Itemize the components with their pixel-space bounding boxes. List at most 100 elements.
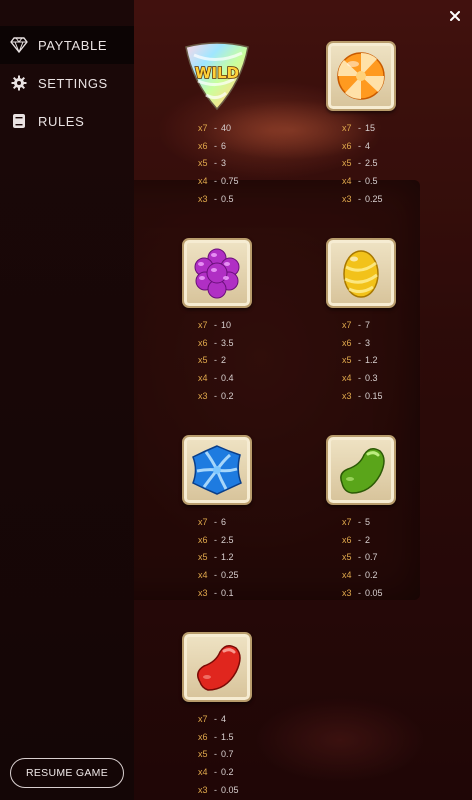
multiplier: x6 bbox=[342, 337, 352, 348]
pay-row: x6-3 bbox=[342, 337, 371, 348]
payout: 3.5 bbox=[221, 337, 234, 348]
payout: 4 bbox=[365, 140, 371, 151]
paytable-values: x7-5 x6-2 x5-0.7 x4-0.2 x3-0.05 bbox=[342, 513, 436, 602]
multiplier: x3 bbox=[342, 391, 352, 402]
close-icon bbox=[450, 11, 460, 21]
symbol-entry-wild: WILD x7-40 x6-6 x5-3 x4-0.75 x3-0.5 bbox=[182, 41, 292, 208]
multiplier: x3 bbox=[342, 588, 352, 599]
symbol-entry-purple-rock: x7-10 x6-3.5 x5-2 x4-0.4 x3-0.2 bbox=[182, 238, 292, 405]
multiplier: x6 bbox=[198, 140, 208, 151]
symbol-entry-green-bean: x7-5 x6-2 x5-0.7 x4-0.2 x3-0.05 bbox=[326, 435, 436, 602]
pay-row: x4-0.4 bbox=[198, 373, 234, 384]
wild-text: WILD bbox=[195, 64, 239, 82]
payout: 0.2 bbox=[221, 767, 234, 778]
payout: 1.2 bbox=[365, 355, 378, 366]
nav-item-rules[interactable]: RULES bbox=[0, 102, 134, 140]
pay-row: x4-0.3 bbox=[342, 373, 378, 384]
payout: 0.3 bbox=[365, 373, 378, 384]
payout: 0.75 bbox=[221, 176, 239, 187]
paytable-values: x7-7 x6-3 x5-1.2 x4-0.3 x3-0.15 bbox=[342, 316, 436, 405]
pay-row: x3-0.5 bbox=[198, 194, 234, 205]
multiplier: x6 bbox=[198, 731, 208, 742]
paytable-values: x7-40 x6-6 x5-3 x4-0.75 x3-0.5 bbox=[198, 119, 292, 208]
pay-row: x5-0.7 bbox=[198, 749, 234, 760]
payout: 10 bbox=[221, 319, 232, 330]
pay-row: x6-4 bbox=[342, 140, 371, 151]
resume-game-button[interactable]: RESUME GAME bbox=[10, 758, 124, 788]
green-jelly-bean-icon bbox=[326, 435, 396, 505]
payout: 0.25 bbox=[365, 194, 383, 205]
payout: 2.5 bbox=[365, 158, 378, 169]
payout: 6 bbox=[221, 140, 227, 151]
multiplier: x5 bbox=[342, 158, 352, 169]
multiplier: x6 bbox=[342, 534, 352, 545]
payout: 0.5 bbox=[365, 176, 378, 187]
payout: 1.2 bbox=[221, 552, 234, 563]
wild-candy-icon: WILD bbox=[182, 41, 252, 111]
close-button[interactable] bbox=[446, 7, 464, 25]
multiplier: x4 bbox=[198, 176, 208, 187]
multiplier: x5 bbox=[198, 749, 208, 760]
pay-row: x5-1.2 bbox=[342, 355, 378, 366]
diamond-icon bbox=[10, 36, 28, 54]
pay-row: x3-0.15 bbox=[342, 391, 383, 402]
multiplier: x7 bbox=[342, 516, 352, 527]
payout: 2 bbox=[365, 534, 371, 545]
pay-row: x6-2 bbox=[342, 534, 371, 545]
multiplier: x5 bbox=[198, 552, 208, 563]
payout: 0.15 bbox=[365, 391, 383, 402]
multiplier: x6 bbox=[198, 534, 208, 545]
pay-row: x7-5 bbox=[342, 516, 371, 527]
pay-row: x7-10 bbox=[198, 319, 232, 330]
payout: 3 bbox=[365, 337, 371, 348]
multiplier: x3 bbox=[198, 391, 208, 402]
multiplier: x4 bbox=[198, 570, 208, 581]
multiplier: x4 bbox=[198, 767, 208, 778]
book-icon bbox=[10, 112, 28, 130]
yellow-egg-candy-icon bbox=[326, 238, 396, 308]
payout: 1.5 bbox=[221, 731, 234, 742]
pay-row: x7-6 bbox=[198, 516, 227, 527]
payout: 4 bbox=[221, 713, 227, 724]
multiplier: x5 bbox=[342, 552, 352, 563]
nav-item-paytable[interactable]: PAYTABLE bbox=[0, 26, 134, 64]
pay-row: x4-0.2 bbox=[198, 767, 234, 778]
orange-swirl-candy-icon bbox=[326, 41, 396, 111]
payout: 2.5 bbox=[221, 534, 234, 545]
multiplier: x4 bbox=[198, 373, 208, 384]
symbol-entry-blue-swirl: x7-6 x6-2.5 x5-1.2 x4-0.25 x3-0.1 bbox=[182, 435, 292, 602]
payout: 7 bbox=[365, 319, 371, 330]
pay-row: x4-0.75 bbox=[198, 176, 239, 187]
payout: 0.05 bbox=[365, 588, 383, 599]
multiplier: x7 bbox=[198, 122, 208, 133]
blue-swirl-candy-icon bbox=[182, 435, 252, 505]
pay-row: x3-0.1 bbox=[198, 588, 234, 599]
gear-icon bbox=[10, 74, 28, 92]
payout: 6 bbox=[221, 516, 227, 527]
multiplier: x6 bbox=[342, 140, 352, 151]
paytable-values: x7-10 x6-3.5 x5-2 x4-0.4 x3-0.2 bbox=[198, 316, 292, 405]
multiplier: x6 bbox=[198, 337, 208, 348]
payout: 0.2 bbox=[365, 570, 378, 581]
menu-sidebar: PAYTABLE SETTINGS RULES RESUME GAME bbox=[0, 0, 134, 800]
payout: 0.5 bbox=[221, 194, 234, 205]
nav-label: SETTINGS bbox=[38, 75, 108, 91]
multiplier: x7 bbox=[198, 319, 208, 330]
pay-row: x7-40 bbox=[198, 122, 232, 133]
nav-label: RULES bbox=[38, 113, 85, 129]
pay-row: x4-0.25 bbox=[198, 570, 239, 581]
nav-item-settings[interactable]: SETTINGS bbox=[0, 64, 134, 102]
pay-row: x6-1.5 bbox=[198, 731, 234, 742]
pay-row: x4-0.2 bbox=[342, 570, 378, 581]
multiplier: x3 bbox=[198, 588, 208, 599]
pay-row: x6-2.5 bbox=[198, 534, 234, 545]
pay-row: x7-15 bbox=[342, 122, 376, 133]
payout: 5 bbox=[365, 516, 371, 527]
pay-row: x6-3.5 bbox=[198, 337, 234, 348]
purple-rock-candy-icon bbox=[182, 238, 252, 308]
paytable-values: x7-4 x6-1.5 x5-0.7 x4-0.2 x3-0.05 bbox=[198, 710, 292, 799]
pay-row: x3-0.05 bbox=[198, 785, 239, 796]
multiplier: x5 bbox=[198, 158, 208, 169]
pay-row: x5-3 bbox=[198, 158, 227, 169]
multiplier: x4 bbox=[342, 570, 352, 581]
